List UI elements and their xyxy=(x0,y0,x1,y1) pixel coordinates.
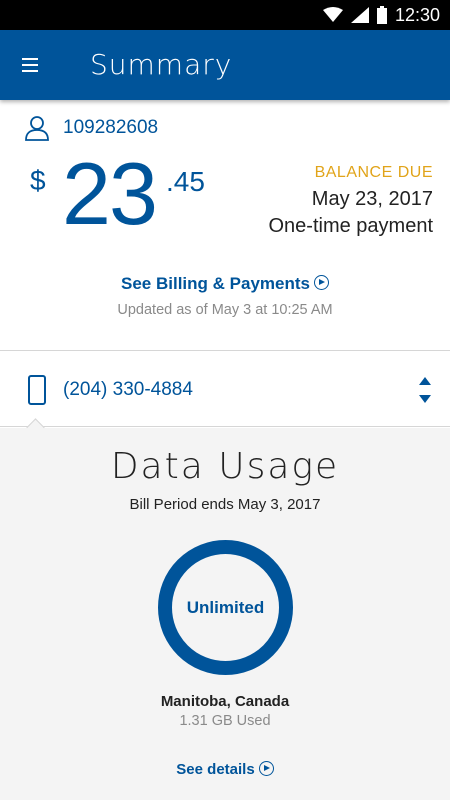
bill-period: Bill Period ends May 3, 2017 xyxy=(129,496,321,513)
menu-icon[interactable] xyxy=(22,53,48,77)
see-billing-payments-link[interactable]: See Billing & Payments xyxy=(0,274,450,294)
account-number: 109282608 xyxy=(63,117,159,138)
see-details-link[interactable]: See details xyxy=(0,761,450,778)
billing-link-label: See Billing & Payments xyxy=(121,274,310,293)
balance-due-block: BALANCE DUE May 23, 2017 One-time paymen… xyxy=(268,164,433,238)
app-bar: Summary xyxy=(0,30,450,100)
sort-icon[interactable] xyxy=(419,377,431,403)
balance-due-label: BALANCE DUE xyxy=(314,164,433,181)
payment-type: One-time payment xyxy=(268,215,433,237)
signal-icon xyxy=(350,7,369,23)
details-link-label: See details xyxy=(176,761,255,778)
usage-donut: Unlimited xyxy=(158,540,293,675)
page-title: Summary xyxy=(90,48,233,81)
user-icon xyxy=(25,116,49,141)
currency-symbol: $ xyxy=(30,165,46,196)
balance-amount: 23 xyxy=(62,144,158,243)
chevron-circle-icon xyxy=(313,275,329,290)
battery-icon xyxy=(376,6,387,24)
balance-cents: .45 xyxy=(166,166,205,197)
phone-number: (204) 330-4884 xyxy=(63,379,193,400)
due-date: May 23, 2017 xyxy=(311,188,433,210)
phone-icon xyxy=(28,375,46,405)
region: Manitoba, Canada xyxy=(160,693,290,710)
chevron-circle-icon xyxy=(258,761,274,776)
line-selector[interactable]: (204) 330-4884 xyxy=(0,351,450,427)
account-row: 109282608 xyxy=(25,112,158,144)
data-used: 1.31 GB Used xyxy=(179,713,271,729)
wifi-icon xyxy=(322,7,343,22)
updated-timestamp: Updated as of May 3 at 10:25 AM xyxy=(117,302,333,318)
status-time: 12:30 xyxy=(394,4,440,25)
status-icons: 12:30 xyxy=(322,0,440,30)
status-bar: 12:30 xyxy=(0,0,450,30)
plan-label: Unlimited xyxy=(186,597,265,617)
data-usage-section: Data Usage Bill Period ends May 3, 2017 … xyxy=(0,428,450,800)
data-usage-title: Data Usage xyxy=(110,446,340,487)
